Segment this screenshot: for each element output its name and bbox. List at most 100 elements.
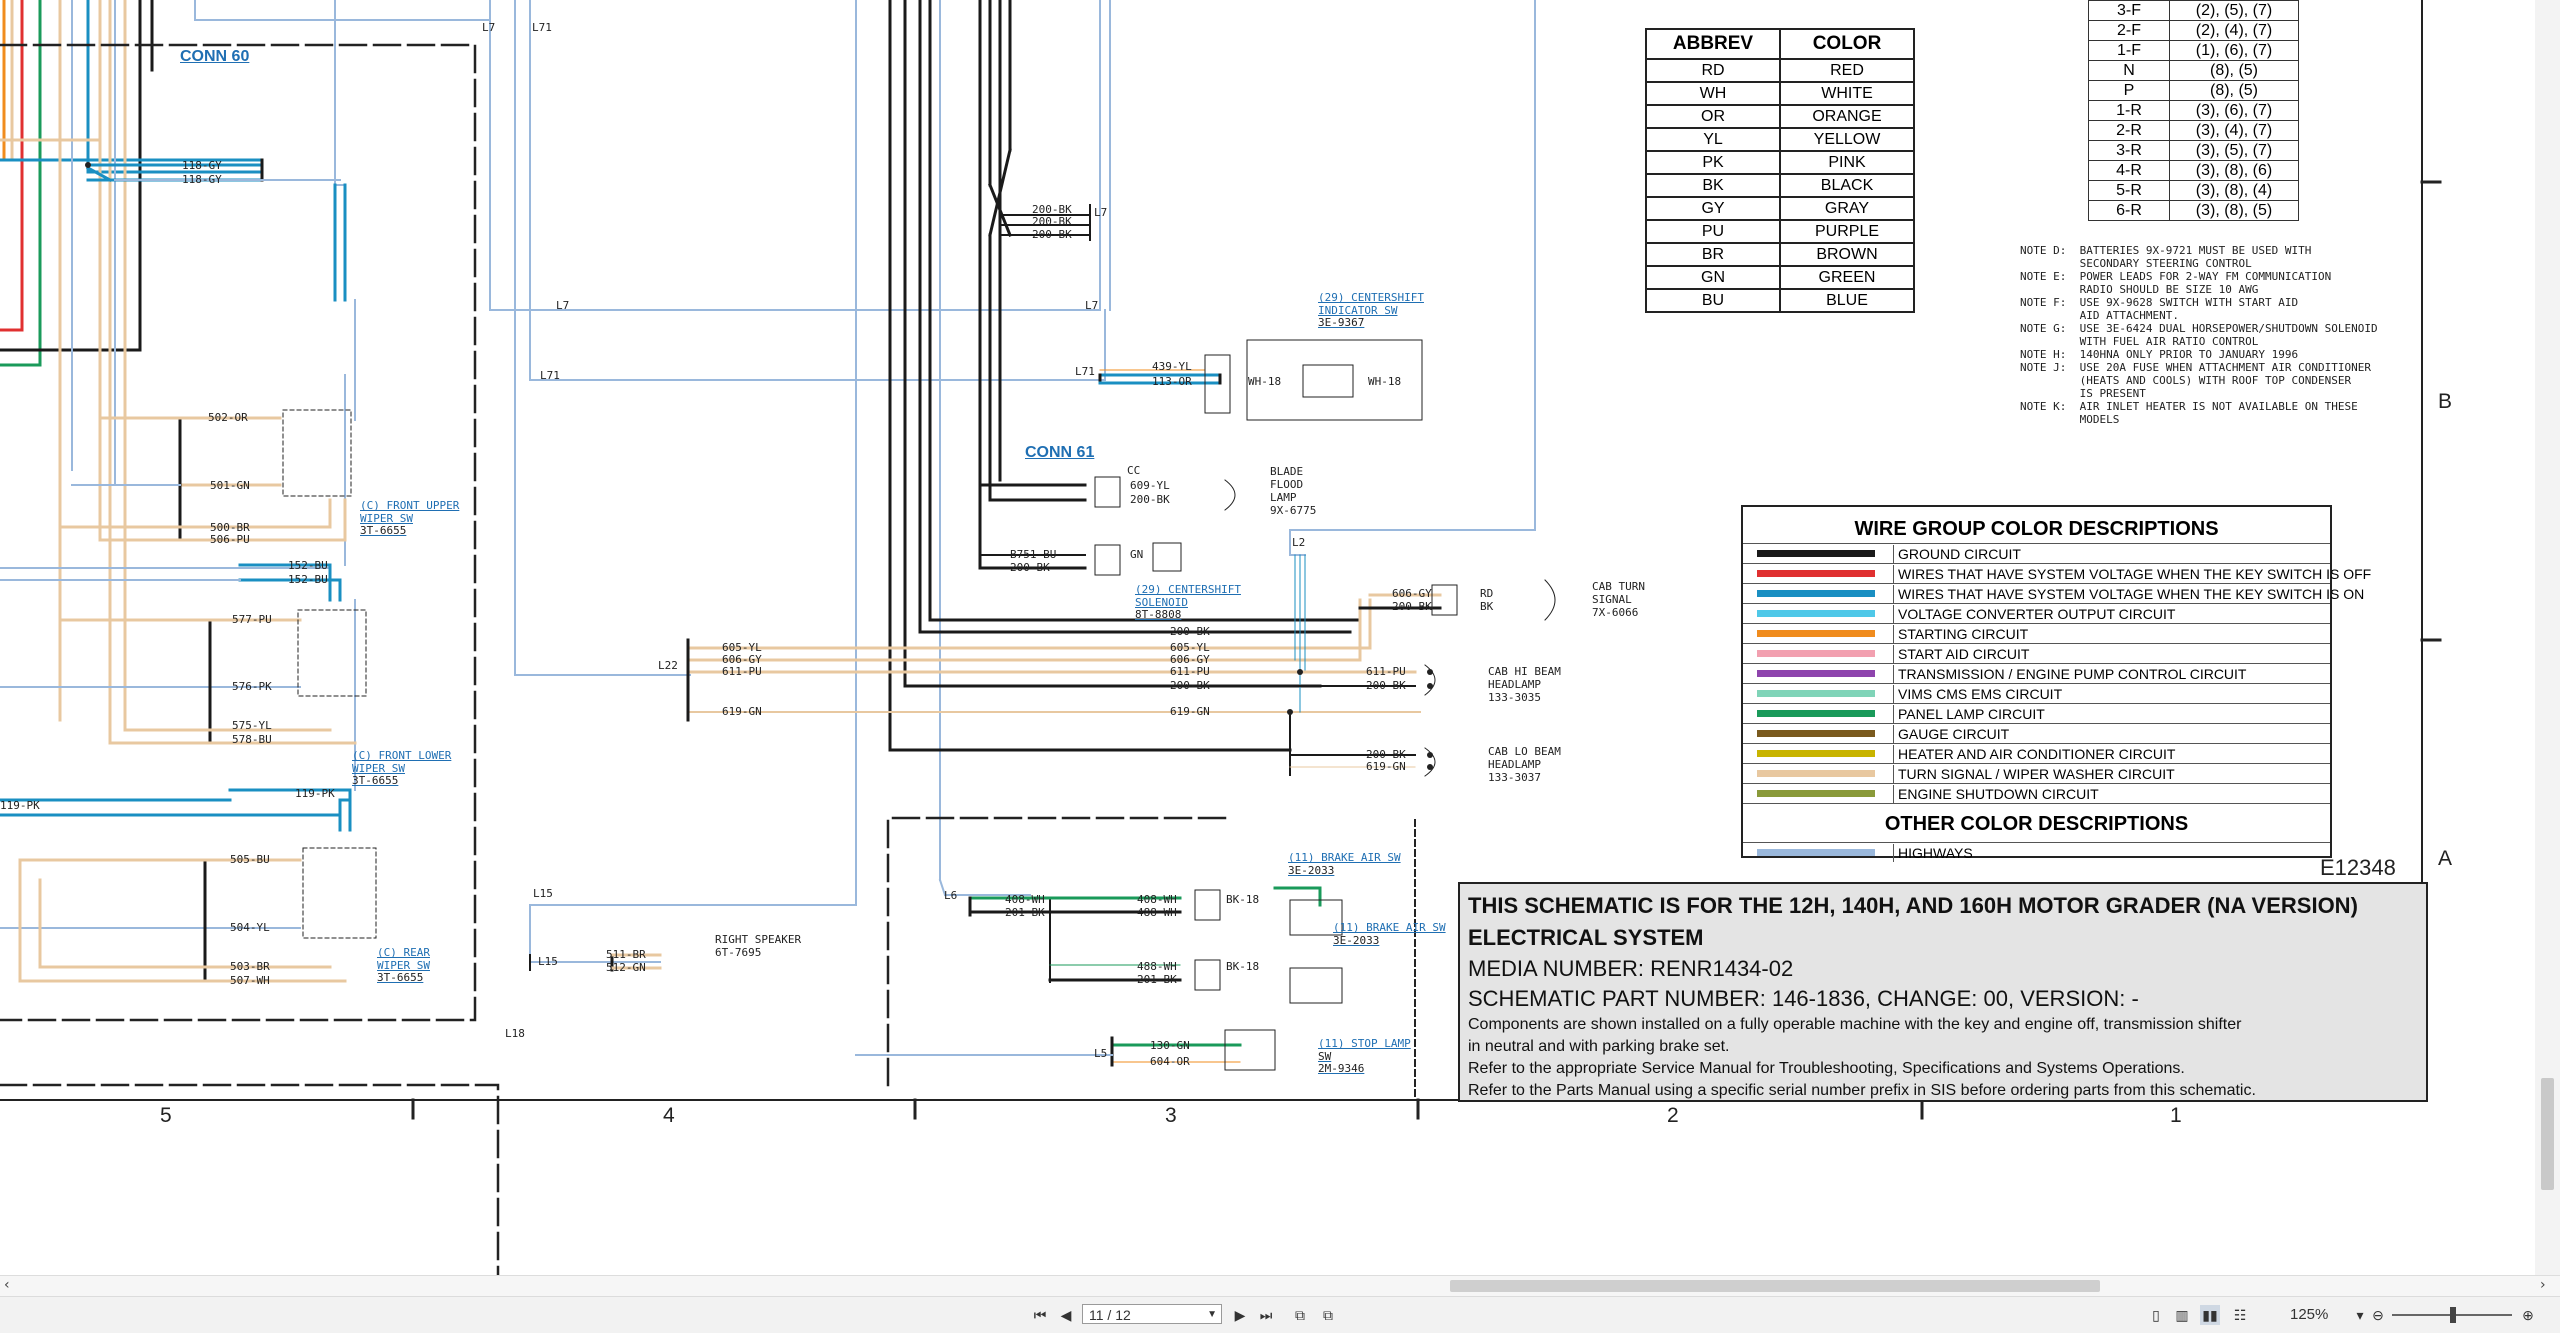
table-row: 1-R (3), (6), (7)	[2088, 100, 2299, 121]
wire-label: 113-OR	[1152, 375, 1192, 388]
gear-cell: N	[2088, 60, 2170, 81]
wire-label: 200-BK	[1392, 600, 1432, 613]
legend-item: WIRES THAT HAVE SYSTEM VOLTAGE WHEN THE …	[1743, 563, 2371, 583]
solenoid-cell: (3), (4), (7)	[2169, 120, 2299, 141]
wire-label: 200-BK	[1366, 679, 1406, 692]
solenoid-cell: (2), (4), (7)	[2169, 20, 2299, 41]
zoom-slider-handle[interactable]	[2450, 1307, 2456, 1323]
front-upper-wiper-switch-label[interactable]: (C) FRONT UPPER WIPER SW 3T-6655	[360, 499, 459, 538]
table-row: BU BLUE	[1645, 288, 1915, 313]
wire-label: 488-WH	[1137, 960, 1177, 973]
table-row: 6-R (3), (8), (5)	[2088, 200, 2299, 221]
previous-page-icon[interactable]: ◀	[1056, 1305, 1076, 1325]
notes-block: NOTE D: BATTERIES 9X-9721 MUST BE USED W…	[2020, 244, 2378, 426]
single-page-icon[interactable]: ▯	[2146, 1305, 2166, 1325]
wire-label: 439-YL	[1152, 360, 1192, 373]
wire-label: 408-WH	[1137, 893, 1177, 906]
color-name-cell: WHITE	[1779, 81, 1915, 106]
right-speaker-label: RIGHT SPEAKER 6T-7695	[715, 933, 802, 959]
zoom-level[interactable]: 125%	[2290, 1306, 2328, 1323]
legend-label: HIGHWAYS	[1893, 844, 1973, 862]
wire-label: 200-BK	[1032, 228, 1072, 241]
note-line: AID ATTACHMENT.	[2020, 309, 2179, 322]
wire-group-legend: WIRE GROUP COLOR DESCRIPTIONS GROUND CIR…	[1741, 505, 2371, 862]
vertical-scroll-thumb[interactable]	[2541, 1078, 2554, 1190]
continuous-facing-icon[interactable]: ☷	[2230, 1305, 2250, 1325]
wire-label: 609-YL	[1130, 479, 1170, 492]
wire-label: BK-18	[1226, 893, 1260, 906]
gear-cell: 1-F	[2088, 40, 2170, 61]
wire-label: 152-BU	[288, 573, 328, 586]
chevron-down-icon[interactable]: ▼	[1207, 1305, 1217, 1325]
continuous-page-icon[interactable]: ▥	[2172, 1305, 2192, 1325]
legend-item: GROUND CIRCUIT	[1743, 543, 2330, 563]
facing-pages-icon[interactable]: ▮▮	[2200, 1305, 2220, 1325]
legend-swatch	[1757, 690, 1875, 697]
highway-label: L5	[1094, 1047, 1108, 1060]
highway-label: L7	[1094, 206, 1108, 219]
color-abbrev-cell: BU	[1645, 288, 1781, 313]
wire-label: 200-BK	[1130, 493, 1170, 506]
fit-page-icon[interactable]: ⧉	[1318, 1305, 1338, 1325]
legend-label: STARTING CIRCUIT	[1893, 625, 2028, 643]
table-row: BK BLACK	[1645, 173, 1915, 198]
zoom-dropdown-icon[interactable]: ▾	[2350, 1305, 2370, 1325]
next-page-icon[interactable]: ▶	[1230, 1305, 1250, 1325]
brake-air-switch-1-label[interactable]: (11) BRAKE AIR SW 3E-2033	[1288, 851, 1401, 877]
connector-60-label[interactable]: CONN 60	[180, 48, 249, 66]
zoom-out-icon[interactable]: ⊖	[2368, 1305, 2388, 1325]
horizontal-scroll-thumb[interactable]	[1450, 1280, 2100, 1292]
legend-swatch	[1757, 650, 1875, 657]
wire-label: B751-BU	[1010, 548, 1057, 561]
color-abbrev-cell: PU	[1645, 219, 1781, 244]
schematic-title: THIS SCHEMATIC IS FOR THE 12H, 140H, AND…	[1468, 893, 2358, 950]
table-header: ABBREV	[1645, 28, 1781, 60]
highway-label: L15	[533, 887, 553, 900]
highway-label: L7	[1085, 299, 1099, 312]
title-block: THIS SCHEMATIC IS FOR THE 12H, 140H, AND…	[1458, 882, 2428, 1102]
front-lower-wiper-switch-label[interactable]: (C) FRONT LOWER WIPER SW 3T-6655	[352, 749, 451, 788]
rear-wiper-switch-label[interactable]: (C) REAR WIPER SW 3T-6655	[377, 946, 430, 985]
highway-label: L7	[556, 299, 570, 312]
wire-label: 611-PU	[1366, 665, 1406, 678]
centershift-indicator-switch-label[interactable]: (29) CENTERSHIFT INDICATOR SW 3E-9367	[1318, 291, 1424, 330]
connector-61-label[interactable]: CONN 61	[1025, 444, 1094, 462]
wire-label: 408-WH	[1005, 893, 1045, 906]
legend-item: WIRES THAT HAVE SYSTEM VOLTAGE WHEN THE …	[1743, 583, 2364, 603]
transmission-gear-table: 3-F (2), (5), (7) 2-F (2), (4), (7) 1-F (1), …	[2088, 0, 2299, 221]
note-line: MODELS	[2020, 413, 2120, 426]
highway-label: L71	[540, 369, 560, 382]
table-row: 2-F (2), (4), (7)	[2088, 20, 2299, 41]
solenoid-cell: (8), (5)	[2169, 80, 2299, 101]
cab-lo-beam-label: CAB LO BEAM HEADLAMP 133-3037	[1488, 745, 1561, 784]
cab-hi-beam-label: CAB HI BEAM HEADLAMP 133-3035	[1488, 665, 1561, 704]
wire-label: 505-BU	[230, 853, 270, 866]
horizontal-scrollbar[interactable]: ‹ ›	[0, 1275, 2560, 1296]
scroll-right-icon[interactable]: ›	[2540, 1277, 2546, 1293]
note-line: IS PRESENT	[2020, 387, 2146, 400]
centershift-solenoid-label[interactable]: (29) CENTERSHIFT SOLENOID 8T-8808	[1135, 583, 1241, 622]
document-viewport[interactable]: CONN 60 CONN 61 5 4 3 2 1 B A (C) FRONT …	[0, 0, 2560, 1275]
wire-label: 619-GN	[1366, 760, 1406, 773]
legend-item: HEATER AND AIR CONDITIONER CIRCUIT	[1743, 743, 2330, 763]
color-name-cell: BLUE	[1779, 288, 1915, 313]
vertical-scrollbar[interactable]	[2535, 0, 2560, 1275]
color-abbrev-cell: PK	[1645, 150, 1781, 175]
color-name-cell: GREEN	[1779, 265, 1915, 290]
color-name-cell: PURPLE	[1779, 219, 1915, 244]
zoom-in-icon[interactable]: ⊕	[2518, 1305, 2538, 1325]
first-page-icon[interactable]: ⏮	[1030, 1305, 1050, 1325]
stop-lamp-switch-label[interactable]: (11) STOP LAMP SW 2M-9346	[1318, 1037, 1411, 1076]
scroll-left-icon[interactable]: ‹	[4, 1277, 10, 1293]
page-number-field[interactable]: 11 / 12 ▼	[1082, 1304, 1222, 1324]
table-row: WH WHITE	[1645, 81, 1915, 106]
wire-label: BK	[1480, 600, 1494, 613]
highway-label: L6	[944, 889, 958, 902]
color-abbrev-cell: GY	[1645, 196, 1781, 221]
last-page-icon[interactable]: ⏭	[1256, 1305, 1276, 1325]
color-abbrev-cell: OR	[1645, 104, 1781, 129]
brake-air-switch-2-label[interactable]: (11) BRAKE AIR SW 3E-2033	[1333, 921, 1446, 947]
fit-width-icon[interactable]: ⧉	[1290, 1305, 1310, 1325]
legend-swatch	[1757, 770, 1875, 777]
wire-label: 118-GY	[182, 173, 222, 186]
